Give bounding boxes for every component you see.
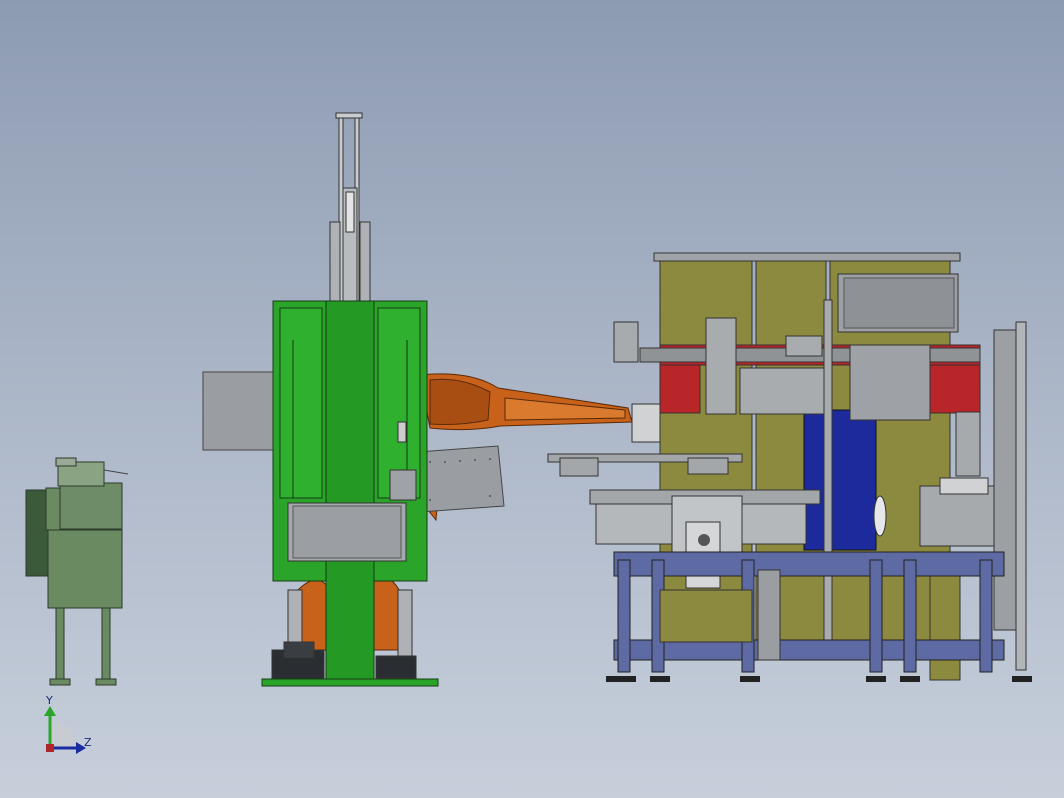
feeder-upper-box <box>59 482 123 530</box>
feeder-leg-left <box>55 607 65 681</box>
coordinate-triad[interactable]: Y Z <box>44 694 92 754</box>
side-cabinet <box>202 371 276 451</box>
feeder-leg-right <box>101 607 111 681</box>
top-cylinders <box>329 112 371 307</box>
z-axis-label: Z <box>84 736 92 749</box>
mount-plate <box>417 445 505 513</box>
feeder-lower-body <box>47 529 123 609</box>
green-column-machine[interactable] <box>202 112 661 687</box>
feeder-motor <box>25 489 49 577</box>
valve-block <box>389 469 417 501</box>
feeder-foot-left <box>49 678 71 686</box>
green-base <box>261 678 439 687</box>
side-motor <box>613 321 639 363</box>
feeder-foot-right <box>95 678 117 686</box>
leveling-feet <box>606 676 1032 682</box>
feeder-machine[interactable] <box>25 457 129 686</box>
feeder-cap <box>55 457 77 467</box>
y-axis-label: Y <box>45 694 53 707</box>
assembly-cell[interactable] <box>547 252 1032 682</box>
cad-viewport[interactable]: Y Z <box>0 0 1064 798</box>
blue-column <box>803 409 877 551</box>
